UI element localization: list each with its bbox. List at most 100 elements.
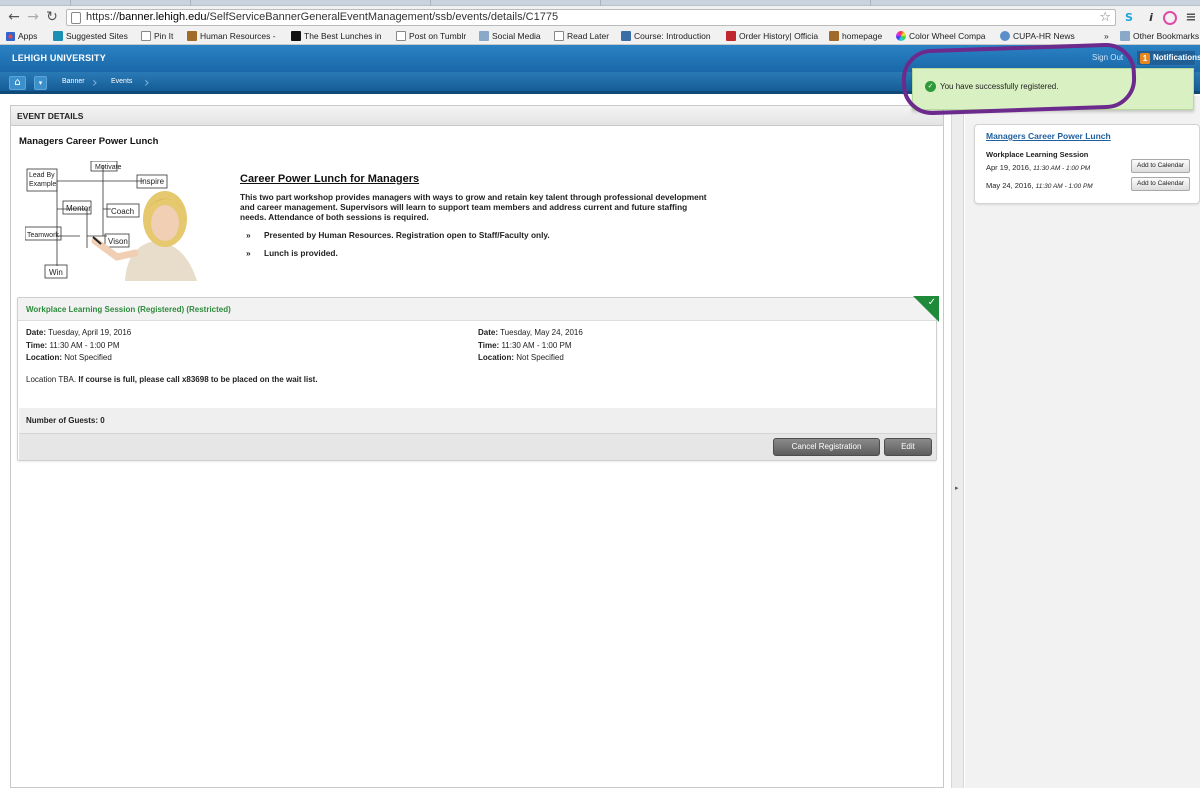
url-scheme: https:// bbox=[86, 11, 120, 23]
breadcrumb-events[interactable]: Events bbox=[111, 78, 132, 85]
folder-icon bbox=[1120, 31, 1130, 41]
menu-icon[interactable]: ≡ bbox=[1183, 10, 1199, 26]
notifications-button[interactable]: 1 Notifications bbox=[1136, 50, 1200, 66]
event-details-panel: EVENT DETAILS Managers Career Power Lunc… bbox=[10, 105, 944, 788]
sidebar-time-text: 11:30 AM - 1:00 PM bbox=[1033, 165, 1091, 172]
collapse-arrow-icon[interactable]: ▸ bbox=[955, 484, 959, 492]
session-actions: Cancel Registration Edit bbox=[19, 433, 936, 460]
bookmark-pin-it[interactable]: Pin It bbox=[141, 30, 173, 43]
bookmark-order-history[interactable]: Order History| Officia bbox=[726, 30, 818, 43]
note-waitlist-text: If course is full, please call x83698 to… bbox=[78, 375, 318, 384]
meeting-time: Time: 11:30 AM - 1:00 PM bbox=[478, 340, 583, 353]
bookmark-homepage[interactable]: homepage bbox=[829, 30, 882, 43]
note-text: Location TBA. bbox=[26, 375, 77, 384]
bookmark-color-wheel[interactable]: Color Wheel Compa bbox=[896, 30, 986, 43]
yelp-icon bbox=[726, 31, 736, 41]
event-promo: Career Power Lunch for Managers This two… bbox=[240, 173, 710, 266]
forward-icon[interactable]: → bbox=[25, 8, 41, 26]
session-header: Workplace Learning Session (Registered) … bbox=[18, 298, 936, 321]
sidebar-date-1: Apr 19, 2016, 11:30 AM - 1:00 PM bbox=[986, 163, 1090, 172]
panel-splitter[interactable]: ▸ bbox=[951, 96, 964, 788]
brand-title: LEHIGH UNIVERSITY bbox=[12, 53, 106, 63]
edit-button[interactable]: Edit bbox=[884, 438, 932, 456]
bookmark-label: Color Wheel Compa bbox=[909, 31, 986, 41]
bookmark-label: The Best Lunches in bbox=[304, 31, 382, 41]
image-word: Coach bbox=[111, 207, 134, 216]
bullet-icon: » bbox=[246, 230, 251, 240]
meeting-date: Date: Tuesday, May 24, 2016 bbox=[478, 327, 583, 340]
extension-s-icon[interactable]: S bbox=[1121, 10, 1137, 26]
bookmark-label: Other Bookmarks bbox=[1133, 31, 1200, 41]
bookmark-course[interactable]: Course: Introduction bbox=[621, 30, 711, 43]
image-word: Win bbox=[49, 268, 63, 277]
date-value: Tuesday, April 19, 2016 bbox=[48, 328, 132, 337]
breadcrumb-banner[interactable]: Banner bbox=[62, 78, 85, 85]
bookmark-label: Order History| Officia bbox=[739, 31, 819, 41]
home-icon[interactable]: ⌂ bbox=[9, 76, 26, 90]
time-value: 11:30 AM - 1:00 PM bbox=[49, 340, 120, 350]
bookmark-label: homepage bbox=[842, 31, 883, 41]
bookmark-suggested-sites[interactable]: Suggested Sites bbox=[53, 30, 128, 43]
session-card: Workplace Learning Session (Registered) … bbox=[17, 296, 939, 461]
address-bar[interactable]: https://banner.lehigh.edu/SelfServiceBan… bbox=[66, 9, 1116, 26]
list-item: » Lunch is provided. bbox=[246, 248, 710, 258]
bookmark-cupa-hr[interactable]: CUPA-HR News bbox=[1000, 30, 1075, 43]
color-wheel-icon bbox=[896, 31, 906, 41]
bullet-text: Presented by Human Resources. Registrati… bbox=[264, 230, 550, 240]
bookmarks-overflow[interactable]: » bbox=[1104, 30, 1109, 43]
url-text: https://banner.lehigh.edu/SelfServiceBan… bbox=[86, 11, 558, 23]
annotation-highlight-circle bbox=[900, 41, 1138, 117]
back-icon[interactable]: ← bbox=[6, 8, 22, 26]
add-to-calendar-button[interactable]: Add to Calendar bbox=[1131, 177, 1190, 191]
bookmark-label: CUPA-HR News bbox=[1013, 31, 1075, 41]
time-value: 11:30 AM - 1:00 PM bbox=[501, 340, 572, 350]
meeting-location: Location: Not Specified bbox=[478, 352, 583, 365]
bookmark-label: Social Media bbox=[492, 31, 541, 41]
date-value: Tuesday, May 24, 2016 bbox=[500, 328, 583, 337]
sidebar-date-text: Apr 19, 2016, bbox=[986, 163, 1032, 172]
image-word: Motivate bbox=[95, 164, 122, 171]
sidebar-date-text: May 24, 2016, bbox=[986, 181, 1034, 190]
bookmark-apps[interactable]: Apps bbox=[6, 30, 37, 43]
event-name: Managers Career Power Lunch bbox=[19, 136, 159, 147]
cancel-registration-button[interactable]: Cancel Registration bbox=[773, 438, 880, 456]
bing-icon bbox=[53, 31, 63, 41]
checkmark-icon: ✓ bbox=[927, 297, 936, 308]
menu-dropdown-icon[interactable]: ▾ bbox=[34, 76, 47, 90]
image-word: Mentor bbox=[66, 204, 91, 213]
event-summary-card: Managers Career Power Lunch Workplace Le… bbox=[974, 124, 1200, 204]
sidebar-event-link[interactable]: Managers Career Power Lunch bbox=[986, 131, 1111, 141]
bullet-text: Lunch is provided. bbox=[264, 248, 338, 258]
session-note: Location TBA. If course is full, please … bbox=[26, 375, 318, 384]
bookmark-label: Course: Introduction bbox=[634, 31, 711, 41]
meeting-2: Date: Tuesday, May 24, 2016 Time: 11:30 … bbox=[478, 327, 583, 365]
bookmark-human-resources[interactable]: Human Resources - bbox=[187, 30, 276, 43]
url-path: /SelfServiceBannerGeneralEventManagement… bbox=[206, 11, 559, 23]
extension-info-icon[interactable]: i bbox=[1143, 10, 1159, 26]
reload-icon[interactable]: ↻ bbox=[44, 8, 60, 26]
location-label: Location: bbox=[26, 353, 62, 362]
lock-icon bbox=[71, 12, 81, 24]
bookmark-star-icon[interactable]: ☆ bbox=[1099, 10, 1111, 25]
bullet-icon: » bbox=[246, 248, 251, 258]
meeting-time: Time: 11:30 AM - 1:00 PM bbox=[26, 340, 131, 353]
bookmark-best-lunches[interactable]: The Best Lunches in bbox=[291, 30, 382, 43]
bookmark-post-on-tumblr[interactable]: Post on Tumblr bbox=[396, 30, 466, 43]
bookmark-read-later[interactable]: Read Later bbox=[554, 30, 609, 43]
date-label: Date: bbox=[26, 328, 47, 337]
page-icon bbox=[141, 31, 151, 41]
bookmark-social-media[interactable]: Social Media bbox=[479, 30, 541, 43]
number-of-guests: Number of Guests: 0 bbox=[19, 408, 936, 433]
extension-circle-icon[interactable] bbox=[1163, 11, 1177, 25]
folder-icon bbox=[479, 31, 489, 41]
bookmark-label: Apps bbox=[18, 31, 38, 41]
apps-grid-icon bbox=[6, 32, 15, 41]
promo-heading: Career Power Lunch for Managers bbox=[240, 173, 420, 185]
panel-title: EVENT DETAILS bbox=[11, 106, 943, 126]
page-icon bbox=[396, 31, 406, 41]
bookmarks-bar: Apps Suggested Sites Pin It Human Resour… bbox=[0, 28, 1200, 45]
add-to-calendar-button[interactable]: Add to Calendar bbox=[1131, 159, 1190, 173]
cupa-icon bbox=[1000, 31, 1010, 41]
bookmark-other[interactable]: Other Bookmarks bbox=[1120, 30, 1199, 43]
right-sidebar: Managers Career Power Lunch Workplace Le… bbox=[965, 96, 1200, 788]
